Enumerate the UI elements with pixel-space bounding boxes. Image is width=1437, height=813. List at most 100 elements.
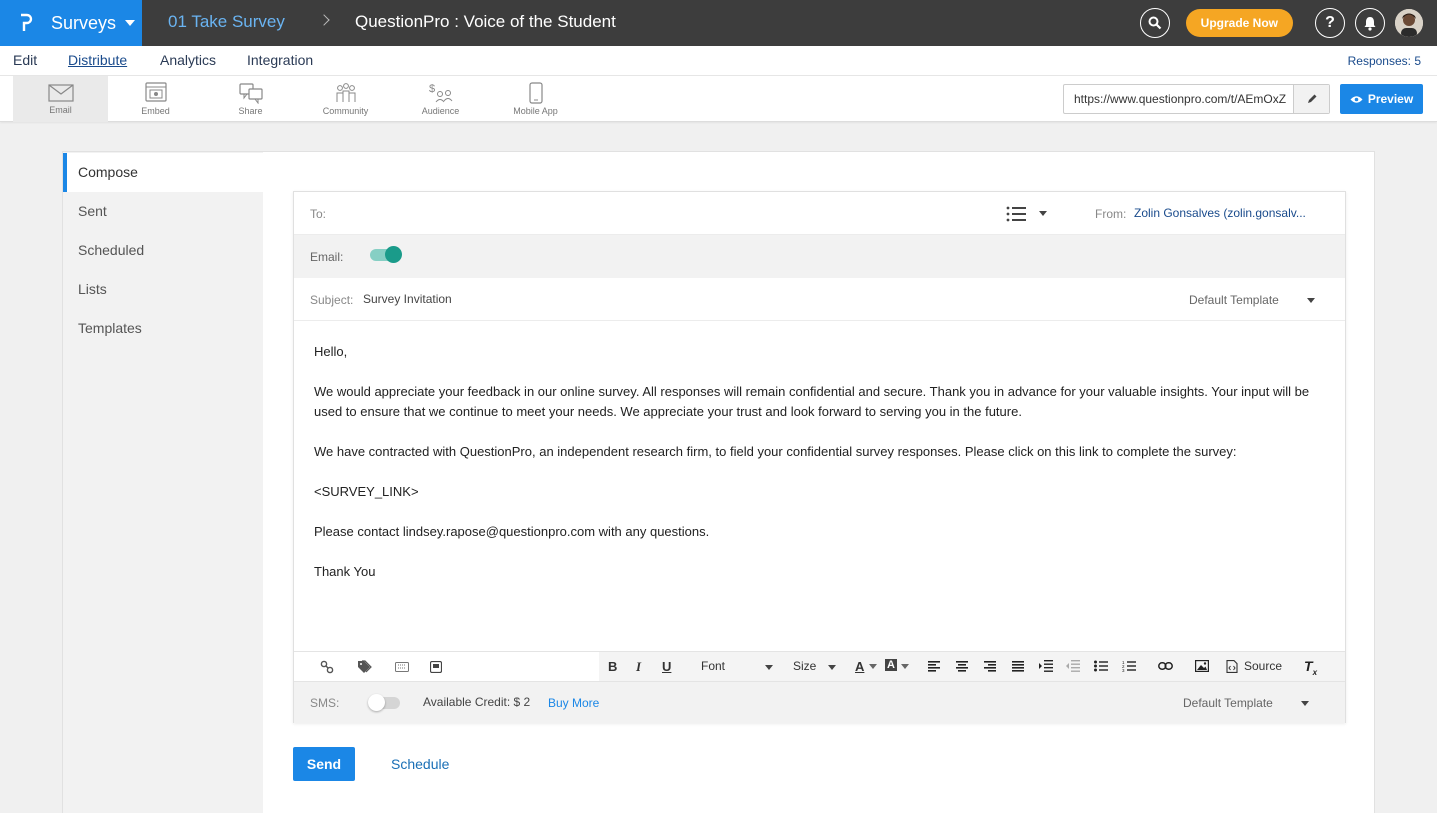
underline-button[interactable]: U [662, 659, 671, 674]
body-paragraph-2: We have contracted with QuestionPro, an … [314, 444, 1237, 459]
from-label: From: [1095, 207, 1127, 221]
indent-icon[interactable] [1039, 660, 1053, 672]
align-center-icon[interactable] [956, 661, 968, 672]
notifications-button[interactable] [1355, 8, 1385, 38]
survey-url-text: https://www.questionpro.com/t/AEmOxZ [1074, 92, 1287, 106]
top-right-actions: Upgrade Now ? [1139, 8, 1423, 38]
link-insert-icon[interactable] [320, 660, 334, 674]
tool-mobile-app[interactable]: Mobile App [488, 76, 583, 122]
hyperlink-icon[interactable] [1158, 662, 1173, 670]
tab-analytics[interactable]: Analytics [160, 52, 216, 68]
tool-community[interactable]: Community [298, 76, 393, 122]
source-code-icon [1226, 660, 1238, 673]
tab-integration[interactable]: Integration [247, 52, 313, 68]
tool-share-label: Share [238, 106, 263, 116]
tool-share[interactable]: Share [203, 76, 298, 122]
template-caret-icon[interactable] [1307, 298, 1315, 303]
sidebar-item-scheduled[interactable]: Scheduled [63, 231, 263, 270]
email-label: Email: [310, 250, 344, 264]
toggle-knob [368, 694, 385, 711]
tab-distribute[interactable]: Distribute [68, 52, 127, 68]
keyboard-icon[interactable] [395, 662, 409, 672]
numbered-list-icon[interactable]: 123 [1122, 660, 1136, 672]
sidebar-item-lists[interactable]: Lists [63, 270, 263, 309]
bell-icon [1364, 16, 1376, 31]
from-sender-select[interactable]: Zolin Gonsalves (zolin.gonsalv... [1134, 206, 1306, 220]
size-select[interactable]: Size [793, 659, 816, 673]
email-toggle[interactable] [370, 246, 402, 263]
email-body-editor[interactable]: Hello, We would appreciate your feedback… [314, 342, 1329, 602]
svg-text:3: 3 [1122, 668, 1125, 672]
email-toggle-row: Email: [294, 235, 1345, 278]
italic-button[interactable]: I [636, 659, 641, 675]
body-contact: Please contact lindsey.rapose@questionpr… [314, 524, 710, 539]
email-template-select[interactable]: Default Template [1189, 293, 1279, 307]
clear-format-button[interactable]: Tx [1304, 658, 1317, 677]
text-color-caret-icon[interactable] [869, 664, 877, 669]
caret-down-icon [125, 20, 136, 26]
subject-input[interactable]: Survey Invitation [363, 292, 452, 306]
editor-toolbar-insert [294, 652, 599, 681]
schedule-link[interactable]: Schedule [391, 756, 449, 772]
align-justify-icon[interactable] [1012, 661, 1024, 672]
body-signoff: Thank You [314, 564, 376, 579]
bg-color-button[interactable]: A [885, 659, 897, 671]
responses-count[interactable]: Responses: 5 [1348, 54, 1421, 68]
questionpro-logo-icon [19, 12, 37, 34]
upgrade-now-button[interactable]: Upgrade Now [1185, 9, 1293, 37]
edit-url-button[interactable] [1293, 85, 1329, 113]
to-row: To: From: Zolin Gonsalves (zolin.gonsalv… [294, 192, 1345, 235]
sms-toggle[interactable] [368, 694, 400, 711]
bullet-list-icon[interactable] [1094, 660, 1108, 672]
survey-url-field[interactable]: https://www.questionpro.com/t/AEmOxZ [1063, 84, 1330, 114]
align-left-icon[interactable] [928, 661, 940, 672]
to-input[interactable] [339, 200, 979, 228]
product-switcher[interactable]: Surveys [0, 0, 142, 46]
eye-icon [1350, 95, 1363, 103]
sidebar-item-sent[interactable]: Sent [63, 192, 263, 231]
send-button[interactable]: Send [293, 747, 355, 781]
size-caret-icon[interactable] [828, 665, 836, 670]
compose-panel: Compose Sent Scheduled Lists Templates T… [62, 151, 1375, 813]
distribution-toolbar: Email Embed Share Community $ Audience M… [0, 76, 1437, 122]
outdent-icon[interactable] [1066, 660, 1080, 672]
image-icon[interactable] [1195, 660, 1209, 672]
text-color-button[interactable]: A [855, 659, 864, 674]
list-picker-icon[interactable] [1006, 206, 1026, 222]
help-icon: ? [1325, 14, 1335, 31]
top-bar: Surveys 01 Take Survey QuestionPro : Voi… [0, 0, 1437, 46]
sidebar-item-compose[interactable]: Compose [63, 153, 263, 192]
body-paragraph-1: We would appreciate your feedback in our… [314, 384, 1310, 419]
email-sidebar: Compose Sent Scheduled Lists Templates [63, 152, 263, 813]
user-avatar[interactable] [1395, 9, 1423, 37]
sidebar-item-templates[interactable]: Templates [63, 309, 263, 348]
preview-button[interactable]: Preview [1340, 84, 1423, 114]
svg-text:$: $ [429, 83, 435, 95]
tool-email[interactable]: Email [13, 76, 108, 122]
tool-embed[interactable]: Embed [108, 76, 203, 122]
buy-more-link[interactable]: Buy More [548, 696, 599, 710]
editor-toolbar-format: B I U Font Size A A 123 Source Tx [599, 652, 1345, 681]
user-photo-icon [1395, 9, 1423, 37]
share-icon [238, 83, 263, 104]
sms-template-caret-icon[interactable] [1301, 701, 1309, 706]
widget-icon[interactable] [430, 661, 442, 673]
bold-button[interactable]: B [608, 659, 617, 674]
breadcrumb-survey-link[interactable]: 01 Take Survey [168, 12, 285, 32]
sms-template-select[interactable]: Default Template [1183, 696, 1273, 710]
community-icon [336, 83, 355, 102]
font-select[interactable]: Font [701, 659, 725, 673]
font-caret-icon[interactable] [765, 665, 773, 670]
search-button[interactable] [1139, 8, 1170, 38]
list-caret-icon[interactable] [1039, 211, 1047, 216]
help-button[interactable]: ? [1315, 8, 1345, 38]
search-icon [1148, 16, 1161, 30]
page-title: QuestionPro : Voice of the Student [355, 12, 616, 31]
tool-audience[interactable]: $ Audience [393, 76, 488, 122]
source-button[interactable]: Source [1244, 659, 1282, 673]
tab-edit[interactable]: Edit [13, 52, 37, 68]
bg-color-caret-icon[interactable] [901, 664, 909, 669]
tag-icon[interactable] [357, 660, 373, 674]
subject-label: Subject: [310, 293, 354, 307]
align-right-icon[interactable] [984, 661, 996, 672]
